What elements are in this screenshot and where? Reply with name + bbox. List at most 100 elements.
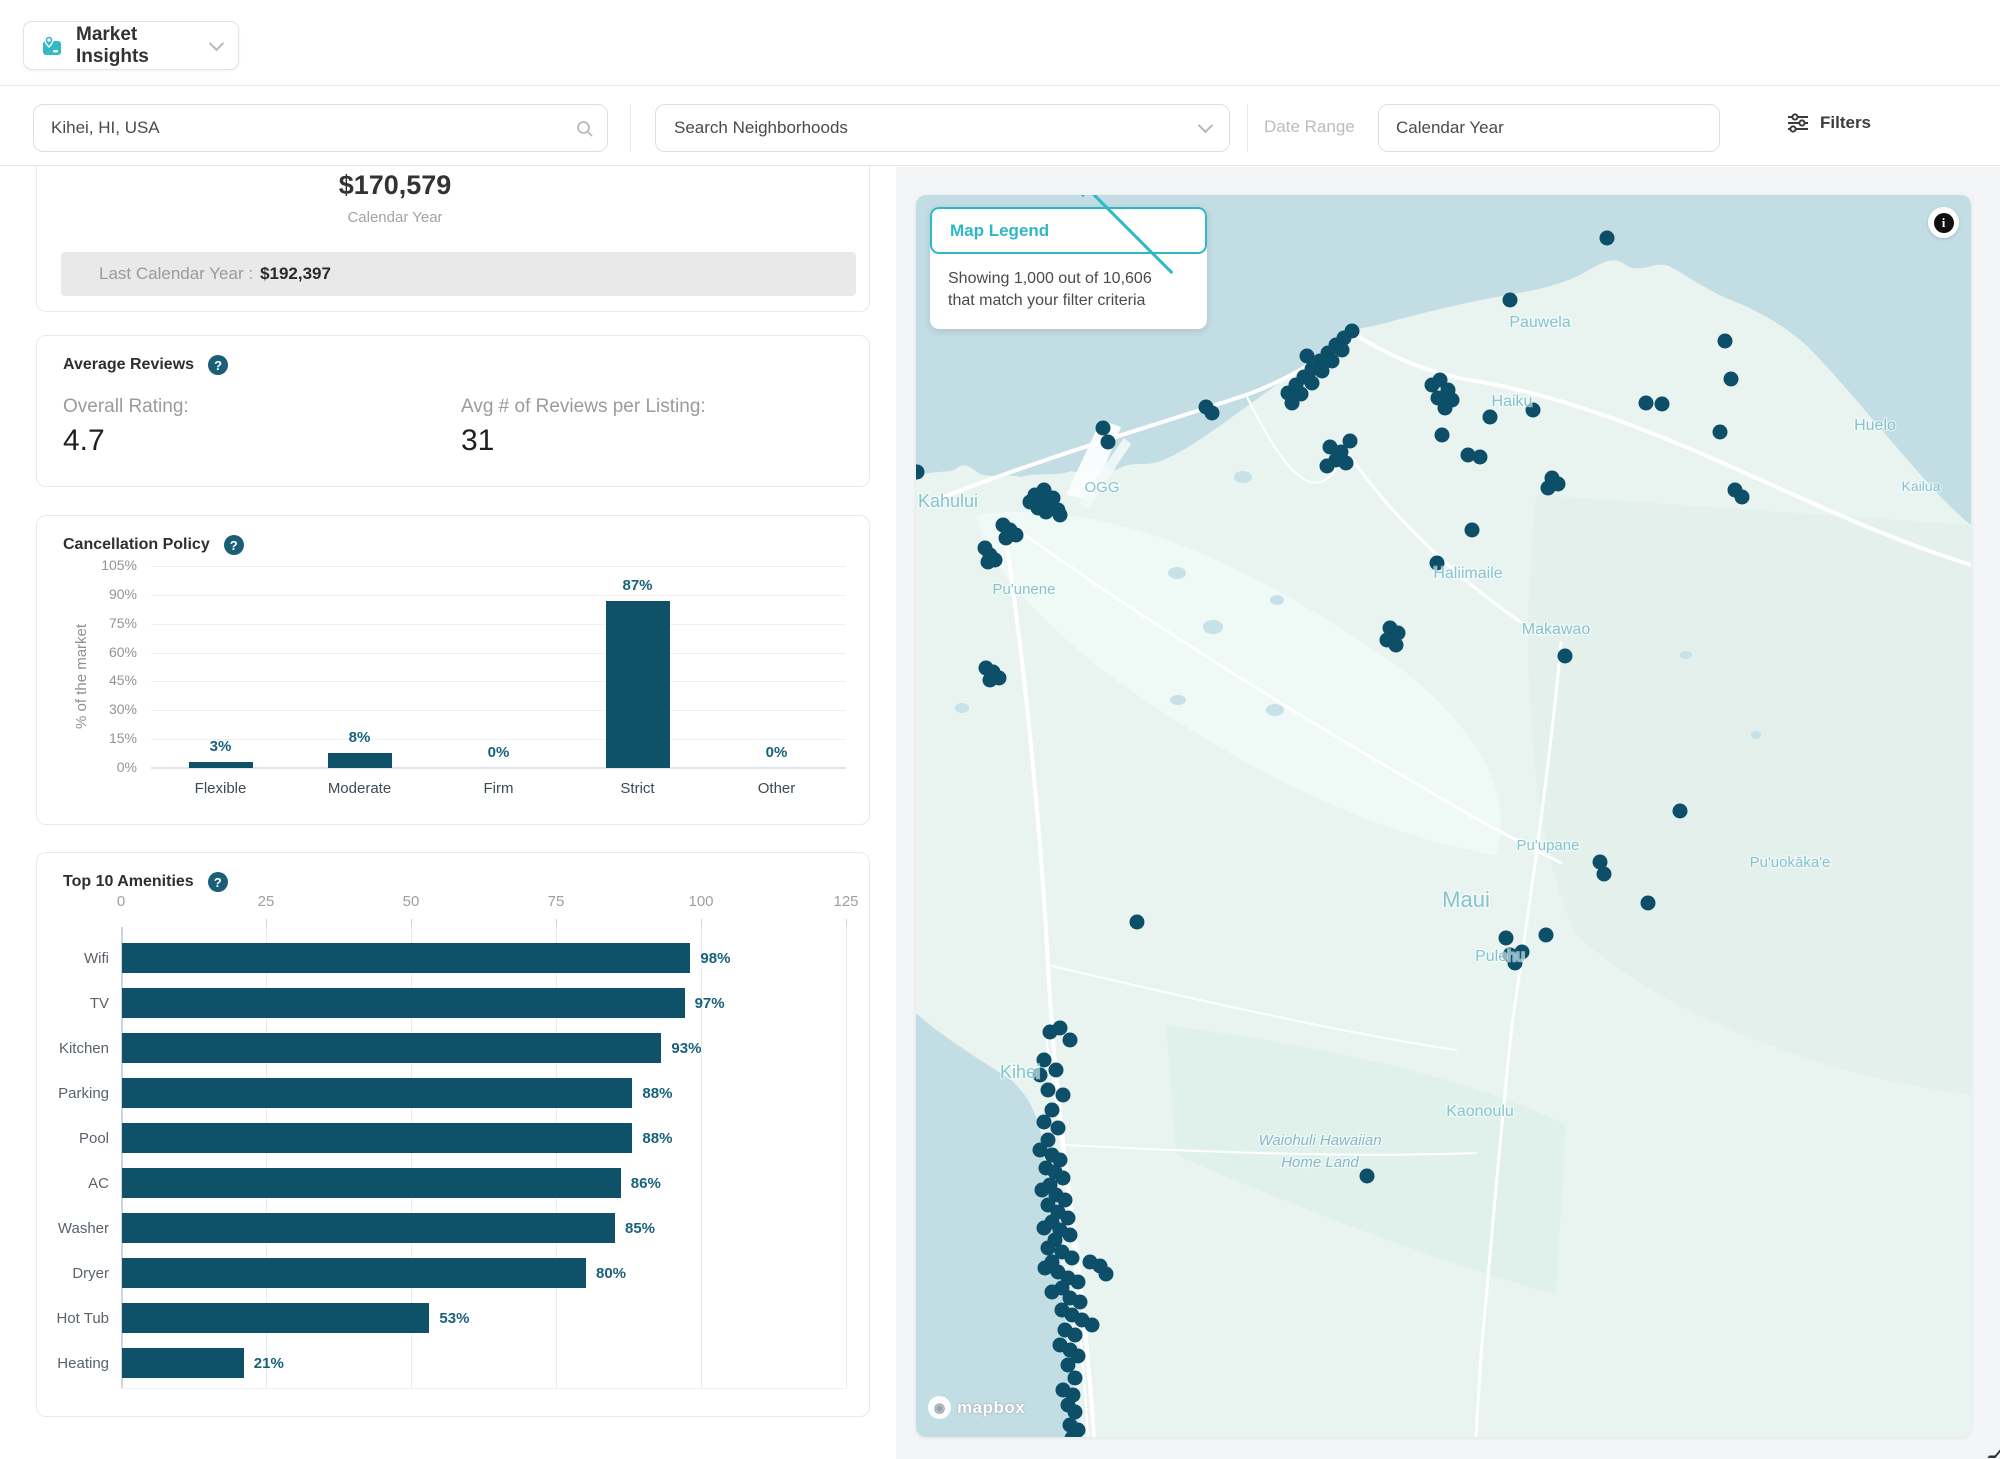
bar-dryer[interactable] [122,1258,586,1288]
listing-dot[interactable] [1558,649,1573,664]
bar-wifi[interactable] [122,943,690,973]
map-place-label: Kahului [918,491,978,511]
listing-dot[interactable] [1041,1083,1056,1098]
listing-dot[interactable] [1389,638,1404,653]
listing-dot[interactable] [1068,1371,1083,1386]
listing-dot[interactable] [1051,1121,1066,1136]
listing-dot[interactable] [1099,1267,1114,1282]
listing-dot[interactable] [1085,1318,1100,1333]
listing-dot[interactable] [1539,928,1554,943]
map[interactable]: PauwelaHaikuHueloKailuaKahuluiOGGPu'unen… [916,195,1971,1437]
listing-dot[interactable] [1038,1261,1053,1276]
bar-hot-tub[interactable] [122,1303,429,1333]
listing-dot[interactable] [1037,1115,1052,1130]
map-legend-toggle[interactable]: Map Legend [930,207,1207,254]
listing-dot[interactable] [1073,1295,1088,1310]
listing-dot[interactable] [983,673,998,688]
listing-dot[interactable] [999,531,1014,546]
date-range-label: Date Range [1264,117,1355,137]
listing-dot[interactable] [1541,481,1556,496]
listing-dot[interactable] [1724,372,1739,387]
listing-dot[interactable] [1483,410,1498,425]
listing-dot[interactable] [1101,435,1116,450]
bar-parking[interactable] [122,1078,632,1108]
date-range-input[interactable] [1378,104,1720,152]
listing-dot[interactable] [1465,523,1480,538]
listing-dot[interactable] [1063,1228,1078,1243]
listing-dot[interactable] [1499,931,1514,946]
listing-dot[interactable] [1037,1221,1052,1236]
map-place-label: Huelo [1854,417,1896,434]
listing-dot[interactable] [1343,434,1358,449]
listing-dot[interactable] [1735,490,1750,505]
listing-dot[interactable] [1503,293,1518,308]
listing-dot[interactable] [1068,1405,1083,1420]
listing-dot[interactable] [1718,334,1733,349]
listing-dot[interactable] [1037,483,1052,498]
listing-dot[interactable] [1639,396,1654,411]
annual-revenue-card: $170,579 Calendar Year Last Calendar Yea… [36,166,870,312]
listing-dot[interactable] [1130,915,1145,930]
listing-dot[interactable] [1035,1183,1050,1198]
divider [1247,104,1248,152]
map-place-label: Kaonoulu [1446,1103,1514,1120]
bar-flexible[interactable] [189,762,253,768]
listing-dot[interactable] [1065,1251,1080,1266]
revenue-caption: Calendar Year [275,209,515,226]
listing-dot[interactable] [1600,231,1615,246]
listing-dot[interactable] [1673,804,1688,819]
listing-dot[interactable] [1041,1241,1056,1256]
map-canvas[interactable]: PauwelaHaikuHueloKailuaKahuluiOGGPu'unen… [916,195,1971,1437]
listing-dot[interactable] [981,555,996,570]
listing-dot[interactable] [1597,867,1612,882]
listing-dot[interactable] [1068,1328,1083,1343]
neighborhoods-select[interactable]: Search Neighborhoods [655,104,1230,152]
bar-ac[interactable] [122,1168,621,1198]
market-insights-dropdown[interactable]: Market Insights [23,21,239,70]
bar-heating[interactable] [122,1348,244,1378]
listing-dot[interactable] [1023,495,1038,510]
bar-pool[interactable] [122,1123,632,1153]
bar-strict[interactable] [606,601,670,768]
listing-dot[interactable] [1053,1021,1068,1036]
listing-dot[interactable] [1320,459,1335,474]
listing-dot[interactable] [1053,508,1068,523]
listing-dot[interactable] [1049,1063,1064,1078]
mapbox-attribution[interactable]: ◉ mapbox [928,1396,1025,1419]
listing-dot[interactable] [1713,425,1728,440]
x-axis-category: Firm [439,780,559,797]
bar-tv[interactable] [122,988,685,1018]
listing-dot[interactable] [1305,376,1320,391]
listing-dot[interactable] [1300,349,1315,364]
listing-dot[interactable] [1061,1358,1076,1373]
listing-dot[interactable] [1205,406,1220,421]
listing-dot[interactable] [1063,1033,1078,1048]
bar-washer[interactable] [122,1213,615,1243]
listing-dot[interactable] [1071,1275,1086,1290]
listing-dot[interactable] [1641,896,1656,911]
bar-value-label: 86% [631,1175,661,1192]
bar-moderate[interactable] [328,753,392,768]
listing-dot[interactable] [1435,428,1450,443]
listing-dot[interactable] [1056,1171,1071,1186]
bar-kitchen[interactable] [122,1033,661,1063]
mapbox-icon: ◉ [928,1396,951,1419]
filters-button[interactable]: Filters [1786,113,1871,133]
location-search-input[interactable] [33,104,608,152]
help-icon[interactable]: ? [208,355,228,375]
listing-dot[interactable] [1438,401,1453,416]
listing-dot[interactable] [1315,364,1330,379]
listing-dot[interactable] [1045,1285,1060,1300]
listing-dot[interactable] [1285,396,1300,411]
listing-dot[interactable] [1056,1088,1071,1103]
listing-dot[interactable] [1339,456,1354,471]
listing-dot[interactable] [1345,324,1360,339]
listing-dot[interactable] [1655,397,1670,412]
mapbox-wordmark: mapbox [957,1398,1025,1418]
x-axis-category: Moderate [300,780,420,797]
map-place-label: Pu'upane [1517,837,1580,854]
listing-dot[interactable] [1096,421,1111,436]
map-info-button[interactable]: i [1928,207,1959,238]
listing-dot[interactable] [1473,450,1488,465]
listing-dot[interactable] [1360,1169,1375,1184]
